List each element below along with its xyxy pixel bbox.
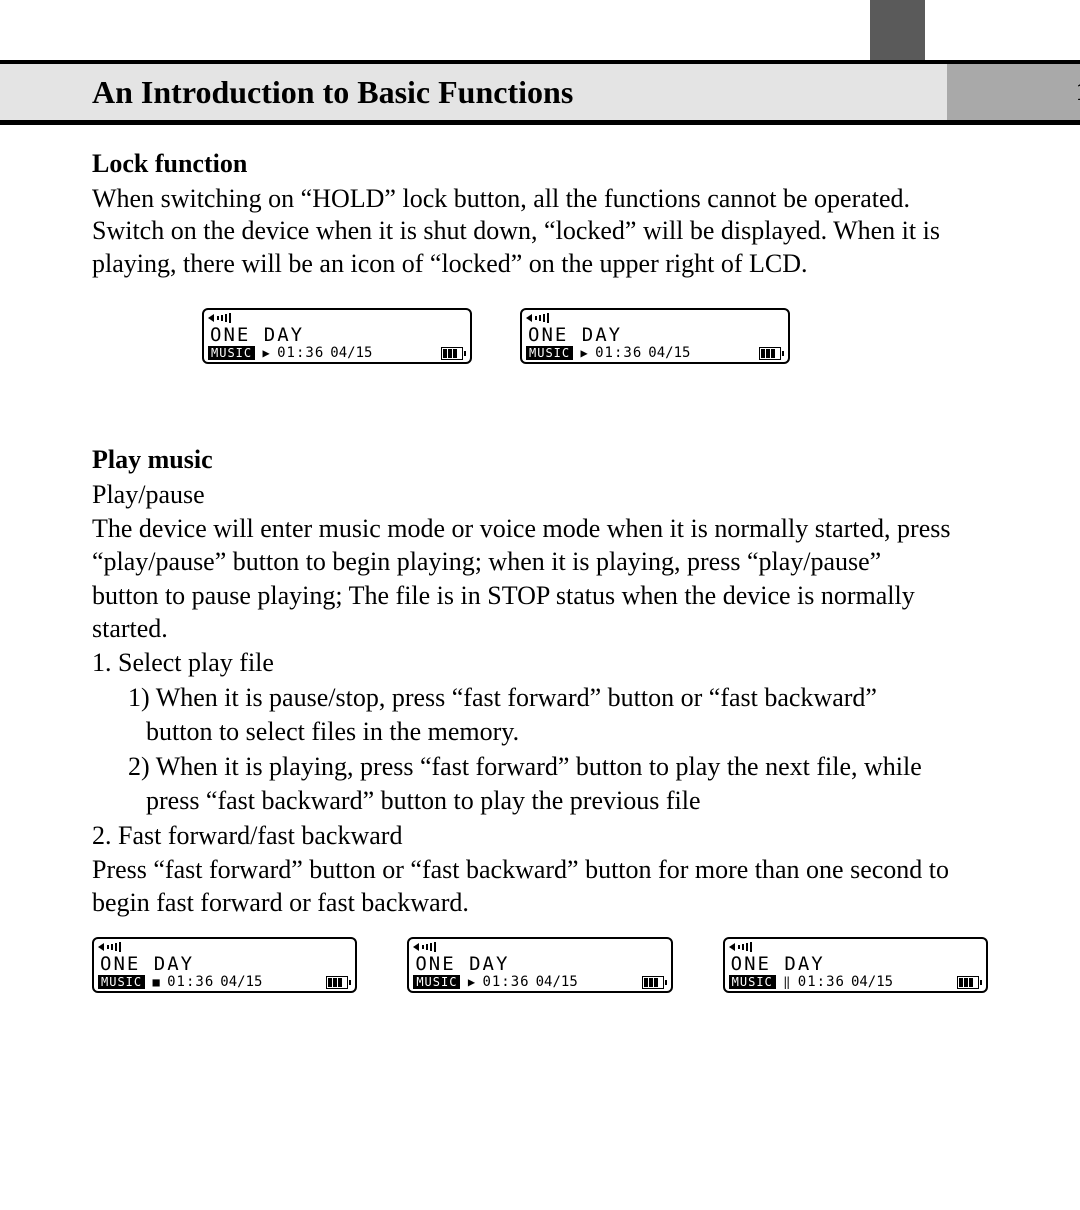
battery-icon [642, 976, 667, 989]
lcd-mode: MUSIC [413, 975, 460, 989]
play-icon: ▶ [261, 347, 271, 359]
stop-icon: ■ [151, 976, 161, 988]
title-bar: An Introduction to Basic Functions 18 [0, 60, 1080, 125]
lcd-track-title: ONE DAY [522, 324, 788, 346]
play-icon: ▶ [466, 976, 476, 988]
lcd-display: ONE DAY MUSIC ‖ 01:36 04/15 [723, 937, 988, 993]
lcd-track-index: 04/15 [648, 346, 690, 360]
play-li1a2: button to select files in the memory. [92, 716, 988, 749]
lcd-display: ONE DAY MUSIC ▶ 01:36 04/15 [202, 308, 472, 364]
lcd-time: 01:36 [277, 346, 324, 360]
lcd-time: 01:36 [595, 346, 642, 360]
lcd-row-bottom: ONE DAY MUSIC ■ 01:36 04/15 [92, 937, 988, 993]
section-heading-play: Play music [92, 444, 988, 477]
lcd-display: ONE DAY MUSIC ▶ 01:36 04/15 [407, 937, 672, 993]
page: An Introduction to Basic Functions 18 Lo… [0, 0, 1080, 1210]
lcd-track-index: 04/15 [536, 975, 578, 989]
battery-icon [441, 347, 466, 360]
lcd-track-title: ONE DAY [725, 953, 986, 975]
volume-icon [208, 313, 231, 323]
lcd-time: 01:36 [482, 975, 529, 989]
lcd-track-index: 04/15 [330, 346, 372, 360]
lcd-mode: MUSIC [208, 346, 255, 360]
volume-icon [729, 942, 752, 952]
lcd-track-title: ONE DAY [409, 953, 670, 975]
play-p2: button to pause playing; The file is in … [92, 580, 988, 645]
volume-icon [98, 942, 121, 952]
battery-icon [957, 976, 982, 989]
volume-icon [526, 313, 549, 323]
lcd-mode: MUSIC [98, 975, 145, 989]
play-li1: 1. Select play file [92, 647, 988, 680]
page-number: 18 [947, 64, 1080, 120]
play-p3: Press “fast forward” button or “fast bac… [92, 854, 988, 919]
play-sub: Play/pause [92, 479, 988, 512]
content: Lock function When switching on “HOLD” l… [92, 140, 988, 1023]
lcd-display: ONE DAY MUSIC ▶ 01:36 04/15 [520, 308, 790, 364]
lcd-mode: MUSIC [526, 346, 573, 360]
lcd-track-index: 04/15 [851, 975, 893, 989]
page-title: An Introduction to Basic Functions [0, 64, 947, 120]
play-li1b: 2) When it is playing, press “fast forwa… [92, 751, 988, 784]
lcd-time: 01:36 [167, 975, 214, 989]
play-li1a: 1) When it is pause/stop, press “fast fo… [92, 682, 988, 715]
play-p1: The device will enter music mode or voic… [92, 513, 988, 578]
lcd-display: ONE DAY MUSIC ■ 01:36 04/15 [92, 937, 357, 993]
play-li1b2: press “fast backward” button to play the… [92, 785, 988, 818]
lcd-mode: MUSIC [729, 975, 776, 989]
lock-text: When switching on “HOLD” lock button, al… [92, 183, 988, 281]
lcd-row-top: ONE DAY MUSIC ▶ 01:36 04/15 [202, 308, 988, 364]
lcd-track-title: ONE DAY [204, 324, 470, 346]
play-icon: ▶ [579, 347, 589, 359]
section-heading-lock: Lock function [92, 148, 988, 181]
thumb-tab [870, 0, 925, 60]
battery-icon [326, 976, 351, 989]
volume-icon [413, 942, 436, 952]
pause-icon: ‖ [782, 976, 792, 988]
play-li2: 2. Fast forward/fast backward [92, 820, 988, 853]
battery-icon [759, 347, 784, 360]
lcd-track-title: ONE DAY [94, 953, 355, 975]
lcd-time: 01:36 [798, 975, 845, 989]
lcd-track-index: 04/15 [220, 975, 262, 989]
